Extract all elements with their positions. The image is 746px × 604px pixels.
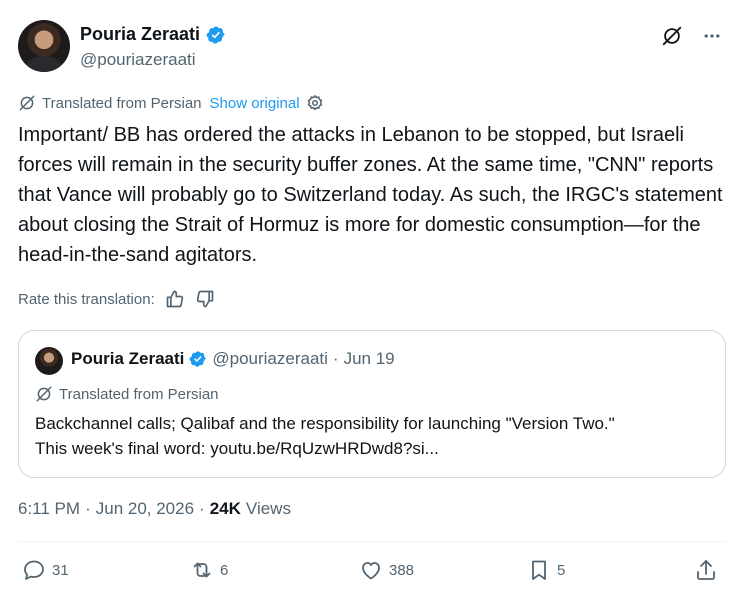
repost-button[interactable]: 6 [190,558,228,582]
rate-translation-label: Rate this translation: [18,290,155,308]
views-count[interactable]: 24K [210,499,241,519]
verified-badge-icon [189,351,207,367]
quote-date[interactable]: Jun 19 [344,349,395,369]
bookmark-button[interactable]: 5 [527,558,565,582]
share-icon [697,560,715,580]
settings-gear-icon[interactable] [306,94,324,112]
quote-header: Pouria Zeraati @pouriazeraati · Jun 19 [71,349,395,369]
quote-translation-row: Translated from Persian [35,385,219,403]
avatar[interactable] [18,20,70,72]
quote-text-line-1: Backchannel calls; Qalibaf and the respo… [35,414,615,433]
reply-button[interactable]: 31 [22,558,69,582]
author-handle[interactable]: @pouriazeraati [80,50,196,70]
tweet-meta: 6:11 PM · Jun 20, 2026 · 24K Views [18,499,291,519]
quote-translated-label: Translated from Persian [59,385,219,403]
bookmark-count: 5 [557,561,566,579]
more-icon[interactable] [700,24,724,48]
like-count: 388 [389,561,415,579]
quote-text-line-2[interactable]: This week's final word: youtu.be/RqUzwHR… [35,436,715,461]
author-name-row[interactable]: Pouria Zeraati [80,24,226,45]
verified-badge-icon [206,25,225,44]
meta-separator: · [85,499,91,518]
quote-separator: · [332,349,339,368]
show-original-link[interactable]: Show original [210,95,300,112]
quote-author-name[interactable]: Pouria Zeraati [71,349,184,369]
grok-icon[interactable] [660,24,684,48]
quote-text: Backchannel calls; Qalibaf and the respo… [35,411,715,461]
tweet-date[interactable]: Jun 20, 2026 [96,499,194,519]
translated-from-label: Translated from Persian [42,94,202,112]
translate-icon [19,95,35,111]
heart-icon [362,562,380,580]
thumbs-up-icon[interactable] [165,289,185,309]
translate-icon [36,386,52,402]
quoted-tweet[interactable]: Pouria Zeraati @pouriazeraati · Jun 19 T… [18,330,726,478]
thumbs-down-icon[interactable] [195,289,215,309]
quote-avatar[interactable] [35,347,63,375]
quote-author-handle[interactable]: @pouriazeraati [212,349,328,369]
divider [18,541,726,542]
action-bar: 31 6 388 5 [18,558,728,590]
tweet-time[interactable]: 6:11 PM [18,499,80,519]
share-button[interactable] [694,558,718,582]
reply-count: 31 [52,561,69,579]
tweet-body: Important/ BB has ordered the attacks in… [18,124,723,266]
meta-separator: · [199,499,205,518]
views-label[interactable]: Views [246,499,291,519]
repost-icon [193,562,211,578]
like-button[interactable]: 388 [359,558,414,582]
rate-translation-row: Rate this translation: [18,289,215,309]
translation-row: Translated from Persian Show original [18,94,324,112]
reply-icon [24,560,44,580]
bookmark-icon [532,560,546,580]
author-name[interactable]: Pouria Zeraati [80,24,200,45]
repost-count: 6 [220,561,229,579]
